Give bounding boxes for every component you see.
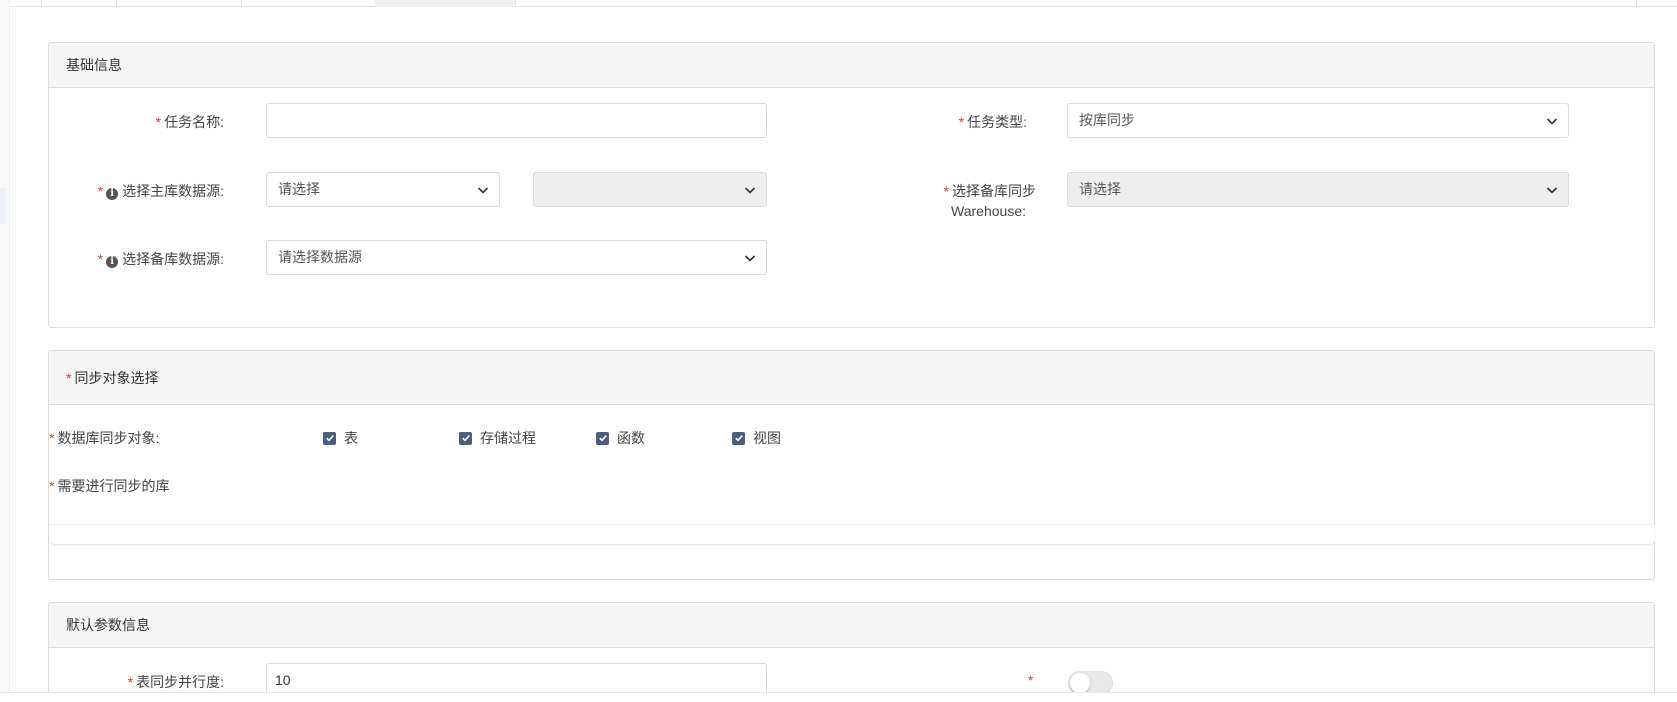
task-type-label: * 任务类型:	[958, 114, 1027, 130]
sync-objects-label: * 数据库同步对象:	[49, 430, 160, 446]
panel-title: * 同步对象选择	[49, 351, 1654, 405]
standby-source-select[interactable]: 请选择数据源	[266, 240, 767, 275]
standby-warehouse-select[interactable]: 请选择	[1067, 172, 1569, 207]
database-list-area[interactable]	[49, 524, 1655, 545]
standby-source-label: * i 选择备库数据源:	[97, 251, 224, 268]
task-name-input[interactable]	[266, 103, 767, 138]
toggle-knob	[1070, 673, 1090, 693]
chevron-down-icon	[477, 184, 489, 196]
chevron-down-icon	[1546, 115, 1558, 127]
required-mark: *	[49, 478, 55, 494]
primary-source-label: * i 选择主库数据源:	[97, 183, 224, 200]
checkbox-procedure[interactable]: 存储过程	[459, 428, 536, 448]
left-sidebar-edge	[0, 0, 10, 702]
task-name-label: * 任务名称:	[155, 114, 224, 130]
required-mark: *	[1028, 672, 1034, 688]
page: 基础信息 * 任务名称: * 任务类型: 按库同步 * i 选择主库数据源: 请选择 *…	[0, 0, 1677, 702]
checkbox-checked-icon[interactable]	[459, 431, 472, 445]
required-mark: *	[958, 114, 965, 130]
checkbox-checked-icon[interactable]	[732, 431, 745, 445]
toggle-label: *	[1028, 672, 1036, 688]
required-mark: *	[127, 674, 134, 690]
tab-segment[interactable]	[42, 0, 117, 7]
primary-source-sub-select[interactable]	[533, 172, 767, 207]
tab-segment[interactable]	[117, 0, 242, 7]
required-mark: *	[97, 183, 104, 199]
info-icon[interactable]: i	[106, 188, 119, 200]
task-type-select[interactable]: 按库同步	[1067, 103, 1569, 138]
checkbox-view[interactable]: 视图	[732, 428, 781, 448]
chevron-down-icon	[744, 252, 756, 264]
required-mark: *	[49, 430, 55, 446]
checkbox-checked-icon[interactable]	[596, 431, 609, 445]
info-icon[interactable]: i	[106, 256, 119, 268]
standby-warehouse-label: * 选择备库同步 Warehouse:	[943, 183, 1036, 219]
chevron-down-icon	[1546, 184, 1558, 196]
databases-label: * 需要进行同步的库	[49, 478, 170, 494]
required-mark: *	[155, 114, 162, 130]
checkbox-table[interactable]: 表	[323, 428, 358, 448]
primary-source-select[interactable]: 请选择	[266, 172, 500, 207]
parallelism-label: * 表同步并行度:	[127, 674, 224, 690]
sidebar-active-marker	[0, 188, 6, 224]
tab-segment[interactable]	[10, 0, 42, 7]
checkbox-checked-icon[interactable]	[323, 431, 336, 445]
checkbox-function[interactable]: 函数	[596, 428, 645, 448]
required-mark: *	[97, 251, 104, 267]
chevron-down-icon	[744, 184, 756, 196]
tab-bar	[10, 0, 1677, 7]
panel-title: 默认参数信息	[49, 603, 1654, 648]
panel-title: 基础信息	[49, 43, 1654, 88]
tab-segment[interactable]	[1605, 0, 1637, 7]
tab-active[interactable]	[375, 0, 516, 7]
required-mark: *	[66, 370, 72, 386]
sync-objects-panel: * 同步对象选择	[48, 350, 1655, 580]
required-mark: *	[943, 183, 949, 199]
bottom-bar	[0, 692, 1677, 702]
